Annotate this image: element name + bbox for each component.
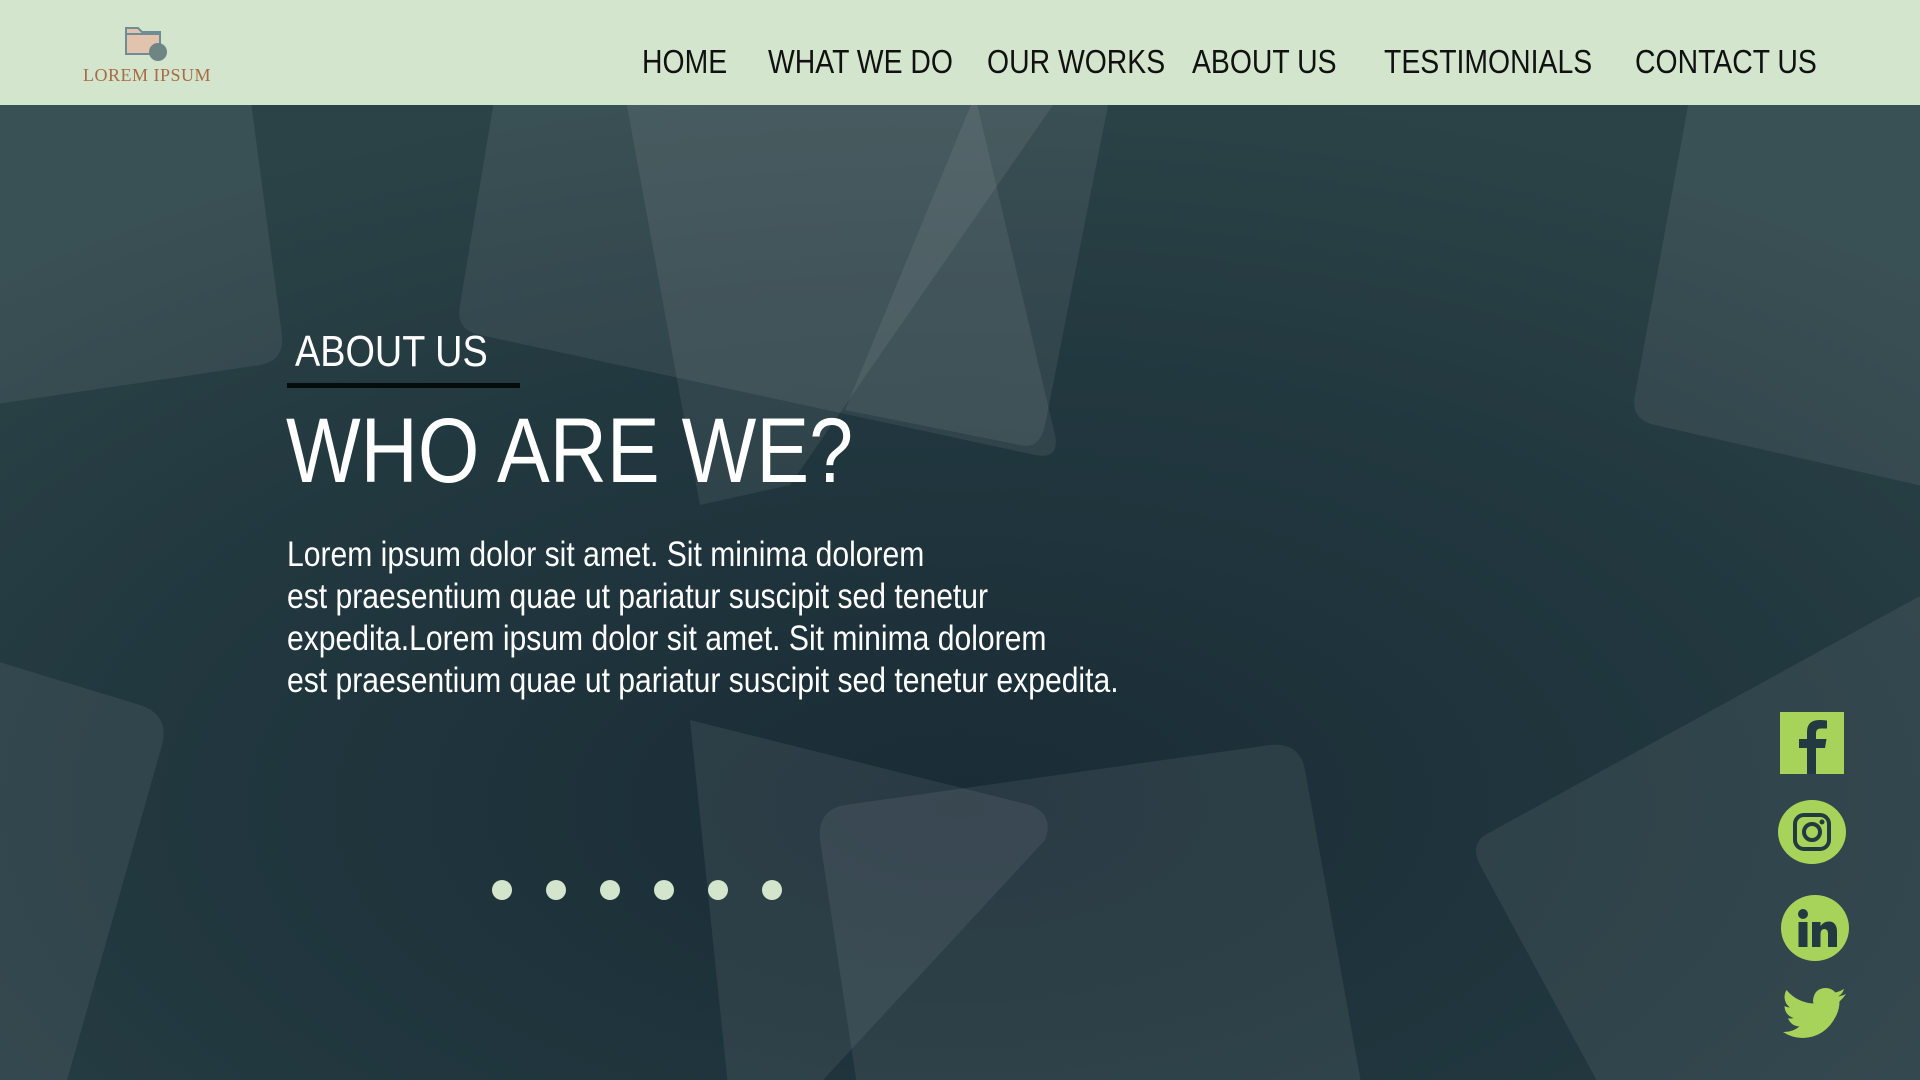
description-line: expedita.Lorem ipsum dolor sit amet. Sit…	[287, 619, 1047, 658]
eyebrow-underline	[287, 383, 520, 388]
linkedin-icon[interactable]	[1781, 895, 1849, 961]
nav-testimonials[interactable]: TESTIMONIALS	[1384, 42, 1592, 82]
slide-dot-3[interactable]	[600, 880, 620, 900]
slide-dot-6[interactable]	[762, 880, 782, 900]
slide-dot-5[interactable]	[708, 880, 728, 900]
nav-contact-us[interactable]: CONTACT US	[1635, 42, 1817, 82]
slide-dot-2[interactable]	[546, 880, 566, 900]
facebook-icon[interactable]	[1780, 712, 1844, 774]
hero-description: Lorem ipsum dolor sit amet. Sit minima d…	[287, 534, 1199, 702]
section-eyebrow: ABOUT US	[295, 327, 488, 376]
page: LOREM IPSUM HOME WHAT WE DO OUR WORKS AB…	[0, 0, 1920, 1080]
logo[interactable]: LOREM IPSUM	[62, 22, 232, 86]
nav-our-works[interactable]: OUR WORKS	[987, 42, 1165, 82]
nav-what-we-do[interactable]: WHAT WE DO	[768, 42, 953, 82]
folder-logo-icon	[125, 27, 167, 61]
twitter-icon[interactable]	[1783, 987, 1847, 1045]
slide-dot-4[interactable]	[654, 880, 674, 900]
nav-about-us[interactable]: ABOUT US	[1192, 42, 1337, 82]
nav-home[interactable]: HOME	[642, 42, 727, 82]
top-navigation-bar: LOREM IPSUM HOME WHAT WE DO OUR WORKS AB…	[0, 0, 1920, 105]
instagram-icon[interactable]	[1778, 799, 1846, 865]
description-line: est praesentium quae ut pariatur suscipi…	[287, 661, 1119, 700]
description-line: Lorem ipsum dolor sit amet. Sit minima d…	[287, 535, 925, 574]
page-title: WHO ARE WE?	[286, 400, 854, 502]
logo-text: LOREM IPSUM	[82, 65, 212, 85]
slide-dot-1[interactable]	[492, 880, 512, 900]
description-line: est praesentium quae ut pariatur suscipi…	[287, 577, 989, 616]
